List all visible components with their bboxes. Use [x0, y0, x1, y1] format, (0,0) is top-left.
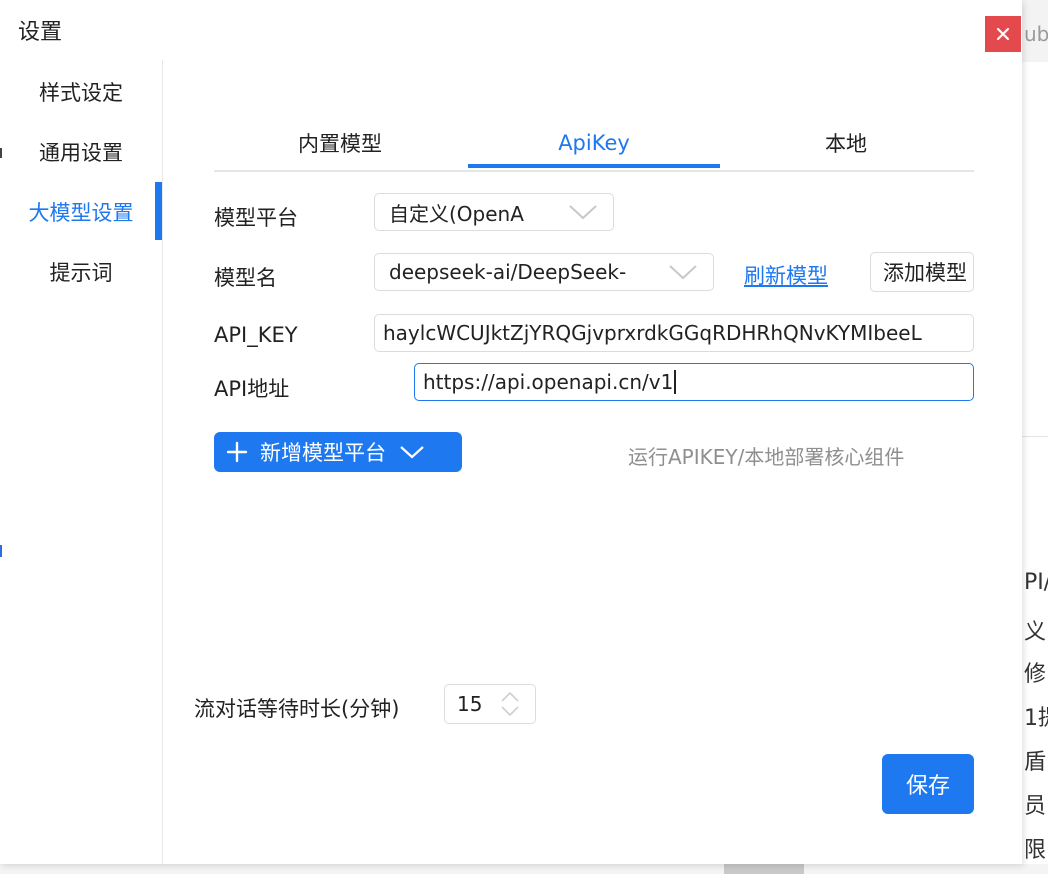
- sidebar-active-indicator: [155, 182, 162, 240]
- chevron-down-icon: [669, 265, 697, 280]
- stream-wait-label: 流对话等待时长(分钟): [194, 697, 400, 721]
- sidebar-item-llm[interactable]: 大模型设置: [0, 184, 162, 240]
- stream-wait-value: 15: [457, 692, 483, 716]
- close-button[interactable]: [985, 16, 1021, 52]
- background-list-item: 限: [1024, 838, 1047, 863]
- chevron-down-icon: [400, 446, 424, 459]
- background-list-item: 盾: [1024, 750, 1047, 775]
- stepper-arrows-icon[interactable]: [499, 689, 521, 719]
- add-platform-button[interactable]: 新增模型平台: [214, 432, 462, 472]
- background-bottom-strip: [0, 864, 1048, 874]
- background-app: uba PI/1 义 修 1提 盾 员 限: [1022, 0, 1048, 874]
- settings-sidebar: [0, 60, 163, 864]
- dialog-title: 设置: [18, 20, 63, 45]
- sidebar-item-style[interactable]: 样式设定: [0, 64, 162, 120]
- background-list-item: 员: [1024, 794, 1047, 819]
- background-list-item: 义: [1024, 620, 1047, 645]
- tab-active-underline: [468, 164, 720, 168]
- background-list-item: PI/1: [1024, 570, 1048, 595]
- platform-select-value: 自定义(OpenA: [389, 201, 524, 226]
- chevron-down-icon: [569, 205, 597, 220]
- api-url-value: https://api.openapi.cn/v1: [423, 370, 674, 394]
- api-url-input[interactable]: https://api.openapi.cn/v1: [414, 363, 974, 401]
- background-topbar-text: uba: [1024, 22, 1048, 46]
- close-icon: [996, 27, 1010, 41]
- hint-text: 运行APIKEY/本地部署核心组件: [628, 445, 905, 469]
- background-divider: [1022, 436, 1048, 437]
- platform-select[interactable]: 自定义(OpenA: [374, 193, 614, 231]
- background-topbar: uba: [1022, 0, 1048, 62]
- text-caret: [674, 370, 676, 394]
- refresh-models-link[interactable]: 刷新模型: [744, 260, 828, 290]
- model-select-value: deepseek-ai/DeepSeek-: [389, 260, 627, 284]
- model-select[interactable]: deepseek-ai/DeepSeek-: [374, 253, 714, 291]
- model-tabs: 内置模型 ApiKey 本地: [214, 118, 974, 172]
- stream-wait-stepper[interactable]: 15: [444, 684, 536, 724]
- platform-label: 模型平台: [214, 206, 298, 230]
- tab-builtin-models[interactable]: 内置模型: [214, 118, 466, 168]
- background-list-item: 1提: [1024, 706, 1048, 731]
- api-key-value: haylcWCUJktZjYRQGjvprxrdkGGqRDHRhQNvKYMI…: [383, 321, 922, 345]
- model-label: 模型名: [214, 266, 277, 290]
- save-button[interactable]: 保存: [882, 754, 974, 814]
- add-model-button[interactable]: 添加模型: [870, 252, 974, 292]
- settings-dialog: 设置 样式设定 通用设置 大模型设置 提示词 内置模型 ApiKey 本地 模型…: [0, 0, 1022, 864]
- background-scroll-block: [724, 864, 804, 874]
- plus-icon: [226, 441, 248, 463]
- api-key-label: API_KEY: [214, 323, 298, 347]
- add-platform-label: 新增模型平台: [260, 441, 386, 465]
- background-list-item: 修: [1024, 662, 1047, 687]
- sidebar-item-general[interactable]: 通用设置: [0, 124, 162, 180]
- tab-apikey[interactable]: ApiKey: [468, 118, 720, 168]
- api-key-input[interactable]: haylcWCUJktZjYRQGjvprxrdkGGqRDHRhQNvKYMI…: [374, 314, 974, 352]
- sidebar-item-prompts[interactable]: 提示词: [0, 244, 162, 300]
- tab-local[interactable]: 本地: [720, 118, 972, 168]
- api-url-label: API地址: [214, 377, 290, 401]
